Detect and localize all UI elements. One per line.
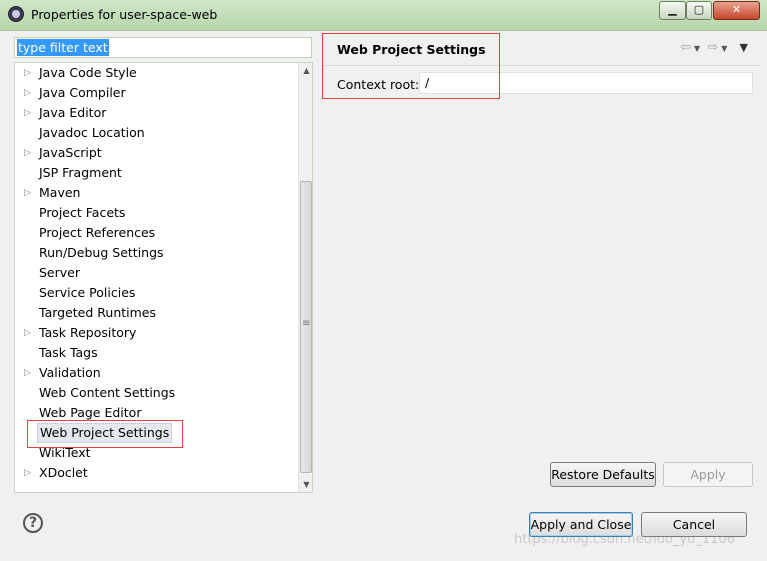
apply-and-close-button[interactable]: Apply and Close	[529, 512, 633, 537]
scroll-up-arrow-icon[interactable]: ▲	[299, 63, 312, 78]
annotation-box-tree-selection	[27, 420, 183, 448]
scrollbar-thumb[interactable]	[300, 181, 312, 473]
help-icon[interactable]: ?	[23, 513, 43, 533]
cancel-button[interactable]: Cancel	[641, 512, 747, 537]
expand-arrow-icon[interactable]: ▷	[24, 143, 34, 163]
tree-item[interactable]: ▷ XDoclet	[15, 463, 297, 483]
expand-arrow-icon[interactable]: ▷	[24, 323, 34, 343]
close-button[interactable]: ✕	[713, 1, 760, 20]
tree-item[interactable]: ▷ Java Editor	[15, 103, 297, 123]
restore-defaults-button[interactable]: Restore Defaults	[550, 462, 656, 487]
tree-item-label: Service Policies	[39, 285, 136, 300]
tree-item[interactable]: Task Tags	[15, 343, 297, 363]
tree-item-label: Java Editor	[39, 105, 107, 120]
tree-item[interactable]: Web Content Settings	[15, 383, 297, 403]
tree-item[interactable]: Javadoc Location	[15, 123, 297, 143]
tree-item[interactable]: Run/Debug Settings	[15, 243, 297, 263]
view-menu-icon[interactable]: ▼	[740, 41, 748, 54]
window-title: Properties for user-space-web	[31, 7, 218, 22]
tree-item-label: Task Tags	[39, 345, 98, 360]
tree-item[interactable]: ▷ Maven	[15, 183, 297, 203]
tree-item[interactable]: ▷ JavaScript	[15, 143, 297, 163]
tree-item[interactable]: ▷ Task Repository	[15, 323, 297, 343]
tree-item-label: Java Code Style	[39, 65, 137, 80]
maximize-button[interactable]: ▢	[686, 1, 712, 20]
expand-arrow-icon[interactable]: ▷	[24, 83, 34, 103]
eclipse-icon	[8, 6, 24, 22]
annotation-box-page-heading	[322, 33, 500, 99]
filter-text: type filter text	[17, 39, 109, 56]
history-nav: ⇦ ▼ ⇨ ▼ ▼	[677, 40, 748, 55]
tree-scrollbar[interactable]: ▲ ▼	[298, 63, 312, 492]
tree-item[interactable]: ▷ Validation	[15, 363, 297, 383]
tree-item-label: Java Compiler	[39, 85, 126, 100]
expand-arrow-icon[interactable]: ▷	[24, 103, 34, 123]
apply-button[interactable]: Apply	[663, 462, 753, 487]
tree-item-label: JavaScript	[39, 145, 102, 160]
tree-item-label: Task Repository	[39, 325, 137, 340]
tree-item-label: Web Content Settings	[39, 385, 176, 400]
tree-item-label: Validation	[39, 365, 101, 380]
pane-splitter[interactable]	[316, 33, 321, 494]
filter-input[interactable]: type filter text	[14, 37, 312, 58]
forward-arrow-icon[interactable]: ⇨	[707, 40, 718, 55]
settings-page: Web Project Settings ⇦ ▼ ⇨ ▼ ▼ Context roo…	[323, 33, 760, 494]
back-dropdown-icon[interactable]: ▼	[694, 44, 700, 53]
expand-arrow-icon[interactable]: ▷	[24, 363, 34, 383]
tree-item-label: XDoclet	[39, 465, 88, 480]
tree-item[interactable]: JSP Fragment	[15, 163, 297, 183]
tree-item[interactable]: ▷ Java Compiler	[15, 83, 297, 103]
tree-item[interactable]: Targeted Runtimes	[15, 303, 297, 323]
dialog-button-bar: ? https://blog.csdn.net/luo_yu_1106 Appl…	[0, 497, 767, 561]
forward-dropdown-icon[interactable]: ▼	[721, 44, 727, 53]
tree-item-label: Server	[39, 265, 80, 280]
title-bar: Properties for user-space-web ▁ ▢ ✕	[0, 0, 767, 31]
expand-arrow-icon[interactable]: ▷	[24, 183, 34, 203]
expand-arrow-icon[interactable]: ▷	[24, 463, 34, 483]
tree-item-label: Targeted Runtimes	[39, 305, 156, 320]
tree-item[interactable]: ▷ Java Code Style	[15, 63, 297, 83]
expand-arrow-icon[interactable]: ▷	[24, 63, 34, 83]
scroll-down-arrow-icon[interactable]: ▼	[299, 477, 312, 492]
tree-item-label: Maven	[39, 185, 81, 200]
minimize-button[interactable]: ▁	[659, 1, 686, 20]
properties-dialog: Properties for user-space-web ▁ ▢ ✕ type…	[0, 0, 767, 561]
back-arrow-icon[interactable]: ⇦	[680, 40, 691, 55]
tree-item-label: Project References	[39, 225, 156, 240]
tree-item-label: Project Facets	[39, 205, 126, 220]
tree-item-label: JSP Fragment	[39, 165, 122, 180]
tree-item[interactable]: Server	[15, 263, 297, 283]
tree-item[interactable]: Project Facets	[15, 203, 297, 223]
tree-item-label: Run/Debug Settings	[39, 245, 164, 260]
tree-item[interactable]: Project References	[15, 223, 297, 243]
tree-item[interactable]: Service Policies	[15, 283, 297, 303]
tree-item-label: Javadoc Location	[39, 125, 145, 140]
